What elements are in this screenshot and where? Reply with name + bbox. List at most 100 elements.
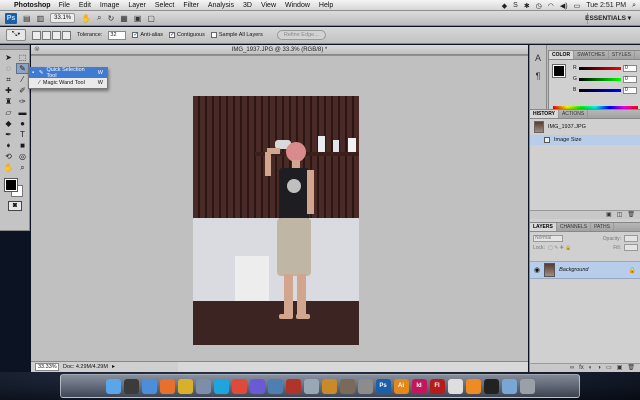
red-slider-track[interactable] <box>579 66 621 70</box>
new-document-from-state-icon[interactable]: ▣ <box>606 211 612 219</box>
adobe-updater-icon[interactable]: ◆ <box>502 2 507 10</box>
new-snapshot-icon[interactable]: ◫ <box>617 211 623 219</box>
photo-booth-icon[interactable] <box>285 378 301 394</box>
downloads-icon[interactable] <box>501 378 517 394</box>
healing-brush-icon[interactable]: ✚ <box>2 85 15 96</box>
delete-state-icon[interactable]: 🗑 <box>627 211 635 219</box>
move-tool-icon[interactable]: ➤ <box>2 52 15 63</box>
menu-filter[interactable]: Filter <box>183 2 199 9</box>
flash-icon[interactable]: Fl <box>429 378 445 394</box>
finder-icon[interactable] <box>105 378 121 394</box>
tab-styles[interactable]: STYLES <box>609 51 636 59</box>
flyout-magic-wand[interactable]: ⁄ Magic Wand Tool W <box>29 78 107 88</box>
document-tab[interactable]: ⊗ IMG_1937.JPG @ 33.3% (RGB/8) * <box>31 45 528 55</box>
type-tool-icon[interactable]: T <box>16 129 29 140</box>
firefox-icon[interactable] <box>159 378 175 394</box>
layer-visibility-eye-icon[interactable]: ◉ <box>534 266 540 274</box>
textedit-icon[interactable] <box>447 378 463 394</box>
ical-icon[interactable] <box>231 378 247 394</box>
skype-icon[interactable] <box>213 378 229 394</box>
safari-icon[interactable] <box>141 378 157 394</box>
blend-mode-select[interactable]: Normal <box>533 235 563 242</box>
gradient-tool-icon[interactable]: ▬ <box>16 107 29 118</box>
blue-slider[interactable]: B 0 <box>573 86 640 94</box>
indesign-icon[interactable]: Id <box>411 378 427 394</box>
vlc-icon[interactable] <box>465 378 481 394</box>
green-value[interactable]: 0 <box>623 75 637 83</box>
dodge-tool-icon[interactable]: ● <box>16 118 29 129</box>
hand-tool-icon[interactable]: ✋ <box>81 14 91 23</box>
system-prefs-icon[interactable] <box>357 378 373 394</box>
tab-paths[interactable]: PATHS <box>591 223 614 231</box>
menu-view[interactable]: View <box>261 2 276 9</box>
time-machine-icon[interactable]: ◷ <box>536 2 542 10</box>
menu-help[interactable]: Help <box>319 2 333 9</box>
bridge-icon[interactable]: ▤ <box>23 14 31 23</box>
zoom-level-select[interactable]: 33.1% <box>50 13 76 23</box>
tab-layers[interactable]: LAYERS <box>530 223 557 231</box>
blue-value[interactable]: 0 <box>623 86 637 94</box>
spotlight-icon[interactable]: ⌕ <box>632 2 636 10</box>
shape-tool-icon[interactable]: ■ <box>16 140 29 151</box>
layer-name[interactable]: Background <box>559 267 588 273</box>
garageband-icon[interactable] <box>321 378 337 394</box>
clock[interactable]: Tue 2:51 PM <box>586 2 626 9</box>
layer-style-icon[interactable]: fx <box>579 364 584 372</box>
red-value[interactable]: 0 <box>623 64 637 72</box>
arrange-documents-icon[interactable]: ▣ <box>134 14 142 23</box>
tolerance-input[interactable]: 32 <box>108 30 127 40</box>
photoshop-icon[interactable]: Ps <box>375 378 391 394</box>
opacity-input[interactable] <box>624 235 638 242</box>
tab-channels[interactable]: CHANNELS <box>557 223 592 231</box>
eraser-tool-icon[interactable]: ▱ <box>2 107 15 118</box>
automator-icon[interactable] <box>339 378 355 394</box>
new-layer-icon[interactable]: ▣ <box>617 364 623 372</box>
clone-stamp-icon[interactable]: ♜ <box>2 96 15 107</box>
zoom-tool-icon-2[interactable]: ⌕ <box>16 162 29 173</box>
adjustment-layer-icon[interactable]: ◑ <box>597 364 601 372</box>
path-selection-icon[interactable]: ➧ <box>2 140 15 151</box>
new-group-icon[interactable]: ▭ <box>606 364 612 372</box>
pen-tool-icon[interactable]: ✒ <box>2 129 15 140</box>
canvas-area[interactable] <box>31 56 528 361</box>
layer-row-background[interactable]: ◉ Background 🔒 <box>530 261 640 279</box>
menu-edit[interactable]: Edit <box>79 2 91 9</box>
history-brush-icon[interactable]: ✑ <box>16 96 29 107</box>
contiguous-checkbox[interactable]: Contiguous <box>169 31 205 38</box>
tab-history[interactable]: HISTORY <box>530 110 559 118</box>
anti-alias-checkbox[interactable]: Anti-alias <box>132 31 163 38</box>
color-foreground-swatch[interactable] <box>552 64 566 78</box>
lasso-tool-icon[interactable]: ◌ <box>2 63 15 74</box>
menu-window[interactable]: Window <box>285 2 310 9</box>
intersect-selection-button[interactable] <box>62 30 71 40</box>
flyout-quick-selection[interactable]: ▪ ✎ Quick Selection Tool W <box>29 67 107 79</box>
battery-icon[interactable]: ▭ <box>574 2 581 10</box>
delete-layer-icon[interactable]: 🗑 <box>627 364 635 372</box>
close-document-icon[interactable]: ⊗ <box>34 45 40 55</box>
green-slider[interactable]: G 0 <box>573 75 640 83</box>
menu-image[interactable]: Image <box>100 2 119 9</box>
screen-mode-icon[interactable]: ▢ <box>147 14 155 23</box>
blur-tool-icon[interactable]: ◆ <box>2 118 15 129</box>
guides-icon[interactable]: ▦ <box>120 14 128 23</box>
dashboard-icon[interactable] <box>123 378 139 394</box>
refine-edge-button[interactable]: Refine Edge... <box>276 30 326 40</box>
itunes-icon[interactable] <box>249 378 265 394</box>
foreground-color-swatch[interactable] <box>4 178 18 192</box>
zoom-status-field[interactable]: 33.33% <box>35 363 59 371</box>
photo-image[interactable] <box>193 96 359 345</box>
paragraph-panel-icon[interactable]: ¶ <box>530 71 546 81</box>
red-slider[interactable]: R 0 <box>573 64 640 72</box>
tab-actions[interactable]: ACTIONS <box>559 110 589 118</box>
history-snapshot[interactable]: IMG_1937.JPG <box>530 119 640 135</box>
mail-icon[interactable] <box>195 378 211 394</box>
3d-orbit-icon[interactable]: ◎ <box>16 151 29 162</box>
mini-bridge-icon[interactable]: ▥ <box>37 14 45 23</box>
volume-icon[interactable]: ◀) <box>560 2 568 10</box>
link-layers-icon[interactable]: ∞ <box>570 364 574 372</box>
dvd-icon[interactable] <box>483 378 499 394</box>
iphoto-icon[interactable] <box>267 378 283 394</box>
menu-3d[interactable]: 3D <box>243 2 252 9</box>
wifi-icon[interactable]: ◠ <box>548 2 554 10</box>
blue-slider-track[interactable] <box>579 88 621 92</box>
